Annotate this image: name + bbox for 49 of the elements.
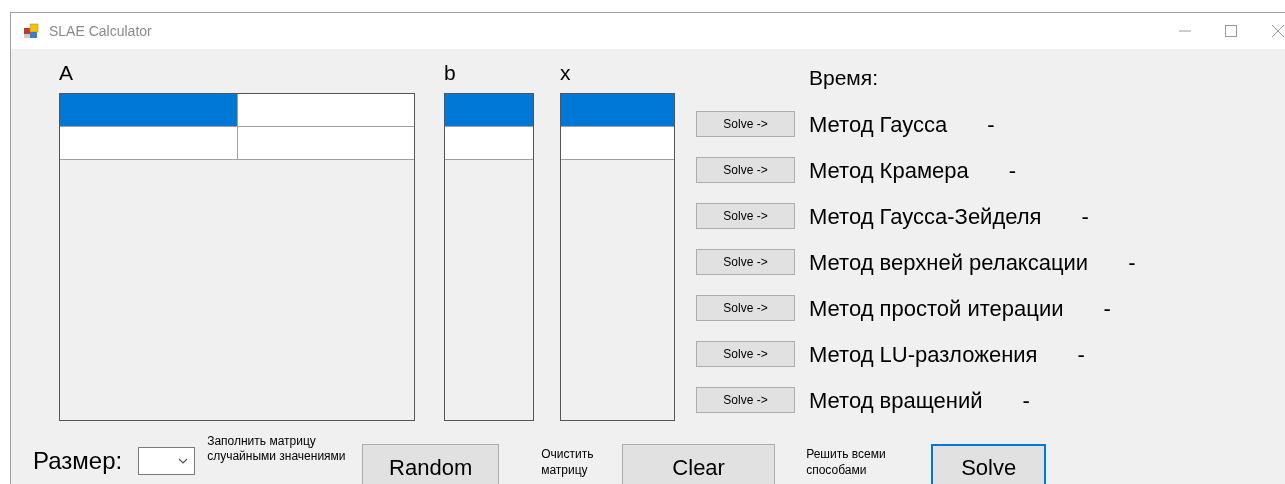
- clear-hint: Очистить матрицу: [541, 446, 595, 478]
- method-name: Метод Гаусса: [809, 110, 948, 139]
- solve-method-button[interactable]: Solve ->: [696, 387, 795, 413]
- close-icon[interactable]: [1271, 24, 1285, 38]
- method-time: -: [1008, 156, 1017, 185]
- clear-button[interactable]: Clear: [622, 444, 776, 484]
- grid-label: x: [560, 61, 572, 86]
- method-time: -: [1077, 340, 1085, 369]
- time-header: Время:: [809, 66, 879, 90]
- table-cell[interactable]: [445, 127, 533, 159]
- table-cell[interactable]: [561, 94, 674, 126]
- window-title: SLAE Calculator: [49, 21, 152, 41]
- chevron-down-icon: [178, 458, 189, 464]
- table-cell[interactable]: [445, 94, 533, 126]
- method-name: Метод Гаусса-Зейделя: [809, 202, 1042, 231]
- table-cell[interactable]: [236, 127, 414, 159]
- method-name: Метод вращений: [809, 386, 983, 415]
- random-button[interactable]: Random: [362, 444, 500, 484]
- method-name: Метод верхней релаксации: [809, 248, 1089, 277]
- data-grid[interactable]: [444, 93, 534, 421]
- solve-method-button[interactable]: Solve ->: [696, 295, 795, 321]
- table-cell[interactable]: [236, 94, 414, 126]
- grid-label: b: [444, 61, 457, 86]
- solve-all-hint: Решить всеми способами: [806, 446, 887, 478]
- table-cell[interactable]: [561, 127, 674, 159]
- table-cell[interactable]: [60, 94, 237, 126]
- data-grid[interactable]: [560, 93, 675, 421]
- grid-label: A: [59, 61, 74, 86]
- method-time: -: [1103, 294, 1111, 323]
- method-name: Метод Крамера: [809, 156, 969, 185]
- table-cell[interactable]: [60, 127, 237, 159]
- fill-random-hint: Заполнить матрицу случайными значениями: [207, 434, 347, 464]
- method-name: Метод простой итерации: [809, 294, 1064, 323]
- solve-method-button[interactable]: Solve ->: [696, 111, 795, 137]
- method-time: -: [987, 110, 995, 139]
- size-label: Размер:: [33, 446, 123, 476]
- method-time: -: [1081, 202, 1089, 231]
- solve-method-button[interactable]: Solve ->: [696, 341, 795, 367]
- method-time: -: [1128, 248, 1136, 277]
- method-time: -: [1022, 386, 1030, 415]
- app-icon: [23, 23, 39, 39]
- solve-method-button[interactable]: Solve ->: [696, 157, 795, 183]
- maximize-icon[interactable]: [1225, 25, 1237, 37]
- solve-method-button[interactable]: Solve ->: [696, 203, 795, 229]
- solve-all-button[interactable]: Solve: [931, 444, 1047, 484]
- method-name: Метод LU-разложения: [809, 340, 1038, 369]
- size-dropdown[interactable]: [138, 447, 196, 475]
- solve-method-button[interactable]: Solve ->: [696, 249, 795, 275]
- data-grid[interactable]: [59, 93, 415, 421]
